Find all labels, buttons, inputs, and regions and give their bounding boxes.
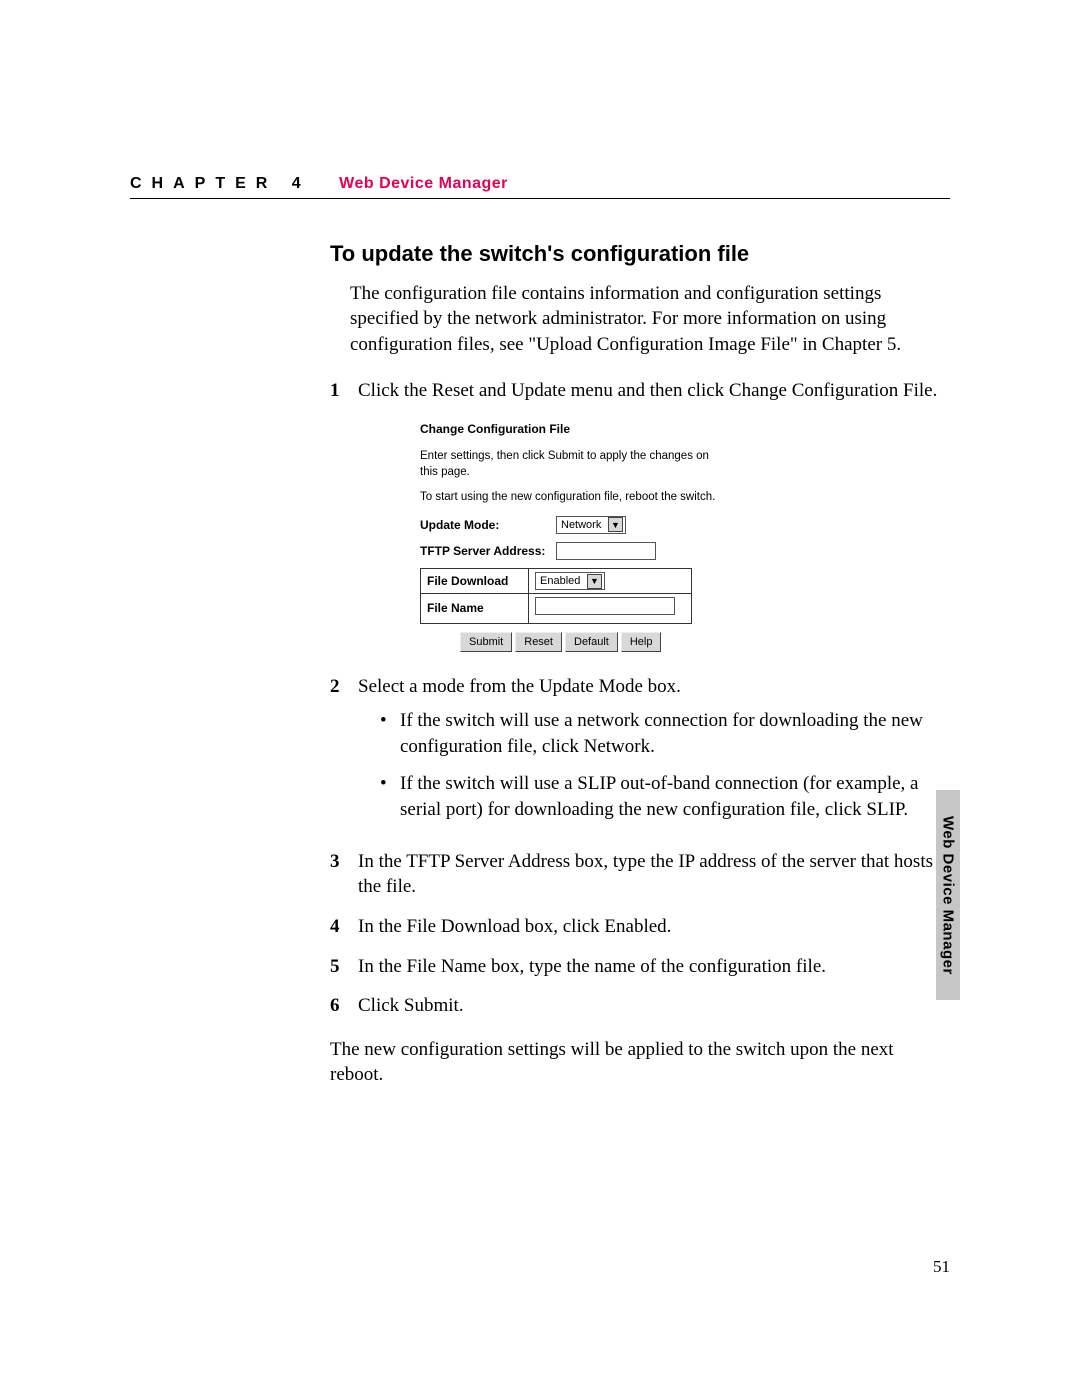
page-number: 51: [933, 1257, 950, 1277]
change-config-dialog: Change Configuration File Enter settings…: [420, 421, 720, 652]
step-list-continued: 2 Select a mode from the Update Mode box…: [330, 674, 940, 1018]
step-number: 4: [330, 914, 344, 940]
tftp-row: TFTP Server Address:: [420, 542, 720, 560]
file-download-value: Enabled: [540, 574, 580, 589]
step-text: In the File Download box, click Enabled.: [358, 914, 940, 940]
step-6: 6 Click Submit.: [330, 993, 940, 1019]
step-text: Click Submit.: [358, 993, 940, 1019]
step-number: 2: [330, 674, 344, 834]
help-button[interactable]: Help: [621, 632, 662, 653]
dialog-instruction-1: Enter settings, then click Submit to app…: [420, 449, 720, 480]
intro-paragraph: The configuration file contains informat…: [350, 281, 940, 358]
step-number: 1: [330, 378, 344, 404]
chevron-down-icon: ▼: [608, 517, 623, 532]
side-tab: Web Device Manager: [936, 790, 960, 1000]
chapter-title: Web Device Manager: [339, 175, 508, 192]
step-text: Click the Reset and Update menu and then…: [358, 378, 940, 404]
running-head: CHAPTER 4 Web Device Manager: [130, 175, 950, 199]
chapter-number: CHAPTER 4: [130, 175, 311, 192]
step-number: 5: [330, 954, 344, 980]
dialog-figure: Change Configuration File Enter settings…: [420, 421, 940, 652]
step-list: 1 Click the Reset and Update menu and th…: [330, 378, 940, 404]
dialog-instruction-2: To start using the new configuration fil…: [420, 490, 720, 506]
tftp-label: TFTP Server Address:: [420, 543, 550, 559]
step-2: 2 Select a mode from the Update Mode box…: [330, 674, 940, 834]
file-download-select[interactable]: Enabled ▼: [535, 572, 605, 590]
side-tab-label: Web Device Manager: [940, 816, 957, 975]
update-mode-value: Network: [561, 518, 601, 533]
tftp-input[interactable]: [556, 542, 656, 560]
content-area: To update the switch's configuration fil…: [130, 199, 950, 1088]
default-button[interactable]: Default: [565, 632, 618, 653]
bullet-slip: If the switch will use a SLIP out-of-ban…: [380, 771, 940, 822]
step-3: 3 In the TFTP Server Address box, type t…: [330, 849, 940, 900]
step-text: Select a mode from the Update Mode box.: [358, 676, 681, 697]
file-name-row: File Name: [421, 594, 692, 623]
config-table: File Download Enabled ▼ File Name: [420, 568, 692, 624]
file-download-label: File Download: [421, 568, 529, 593]
section-heading: To update the switch's configuration fil…: [330, 239, 940, 269]
step-text: In the File Name box, type the name of t…: [358, 954, 940, 980]
update-mode-row: Update Mode: Network ▼: [420, 516, 720, 534]
step-text: In the TFTP Server Address box, type the…: [358, 849, 940, 900]
step-2-bullets: If the switch will use a network connect…: [380, 708, 940, 823]
step-5: 5 In the File Name box, type the name of…: [330, 954, 940, 980]
step-number: 6: [330, 993, 344, 1019]
dialog-title: Change Configuration File: [420, 421, 720, 437]
step-4: 4 In the File Download box, click Enable…: [330, 914, 940, 940]
reset-button[interactable]: Reset: [515, 632, 562, 653]
update-mode-select[interactable]: Network ▼: [556, 516, 626, 534]
step-1: 1 Click the Reset and Update menu and th…: [330, 378, 940, 404]
file-name-input[interactable]: [535, 597, 675, 615]
submit-button[interactable]: Submit: [460, 632, 512, 653]
closing-paragraph: The new configuration settings will be a…: [330, 1037, 940, 1088]
file-download-row: File Download Enabled ▼: [421, 568, 692, 593]
dialog-button-row: Submit Reset Default Help: [460, 632, 720, 653]
step-number: 3: [330, 849, 344, 900]
bullet-network: If the switch will use a network connect…: [380, 708, 940, 759]
update-mode-label: Update Mode:: [420, 517, 550, 533]
chevron-down-icon: ▼: [587, 574, 602, 589]
page-container: CHAPTER 4 Web Device Manager To update t…: [0, 0, 1080, 1088]
file-name-label: File Name: [421, 594, 529, 623]
